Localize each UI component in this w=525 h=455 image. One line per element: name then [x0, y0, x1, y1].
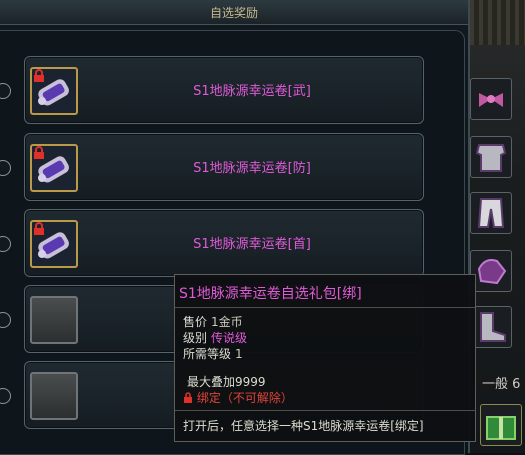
inventory-slot-gift-box[interactable] [480, 404, 522, 446]
level-key: 所需等级 [183, 347, 232, 361]
inventory-top-decoration [470, 0, 525, 45]
grade-value: 传说级 [211, 331, 248, 345]
dialog-title-bar[interactable]: 自选奖励 [0, 0, 468, 25]
reward-row-3[interactable]: S1地脉源幸运卷[首] [24, 209, 424, 277]
reward-label: S1地脉源幸运卷[首] [193, 237, 311, 252]
tooltip-divider-2 [175, 410, 475, 411]
tooltip-level: 所需等级 1 [183, 345, 243, 362]
tooltip-title: S1地脉源幸运卷自选礼包[绑] [179, 286, 362, 302]
reward-item-slot[interactable] [30, 144, 78, 192]
inventory-slot-boots[interactable] [470, 306, 512, 348]
empty-item-slot[interactable] [30, 372, 78, 420]
level-value: 1 [235, 347, 243, 361]
inventory-slot-bow[interactable] [470, 78, 512, 120]
tooltip-stack: 最大叠加9999 [187, 375, 266, 389]
reward-row-2[interactable]: S1地脉源幸运卷[防] [24, 133, 424, 201]
armor-icon [475, 144, 507, 172]
reward-label: S1地脉源幸运卷[武] [193, 84, 311, 99]
tooltip-bind-status: 绑定（不可解除） [183, 389, 293, 406]
boots-icon [480, 312, 506, 342]
bind-text: 绑定（不可解除） [196, 391, 293, 405]
reward-label: S1地脉源幸运卷[防] [193, 161, 311, 176]
reward-row-1[interactable]: S1地脉源幸运卷[武] [24, 56, 424, 124]
price-key: 售价 [183, 315, 208, 329]
tooltip-price: 售价 1金币 [183, 313, 243, 330]
inventory-slot-pants[interactable] [470, 192, 512, 234]
gift-box-icon [486, 416, 516, 440]
lock-icon [34, 69, 44, 82]
tooltip-description: 打开后，任意选择一种S1地脉源幸运卷[绑定] [183, 419, 424, 433]
inventory-slot-armor[interactable] [470, 136, 512, 178]
inventory-tab-general[interactable]: 一般 6 [482, 373, 520, 392]
reward-item-slot[interactable] [30, 67, 78, 115]
item-tooltip: S1地脉源幸运卷自选礼包[绑] 售价 1金币 级别 传说级 所需等级 1 最大叠加99… [174, 274, 476, 442]
lock-icon [34, 146, 44, 159]
price-value: 1金币 [211, 315, 243, 329]
tooltip-divider [175, 307, 475, 308]
grade-key: 级别 [183, 331, 208, 345]
reward-item-slot[interactable] [30, 220, 78, 268]
bow-ribbon-icon [479, 93, 503, 107]
empty-item-slot[interactable] [30, 296, 78, 344]
lock-icon [184, 392, 192, 403]
tooltip-grade: 级别 传说级 [183, 329, 247, 346]
dialog-title: 自选奖励 [209, 6, 258, 20]
inventory-slot-gloves[interactable] [470, 250, 512, 292]
lock-icon [34, 222, 44, 235]
gloves-icon [477, 259, 507, 285]
pants-icon [477, 198, 505, 228]
